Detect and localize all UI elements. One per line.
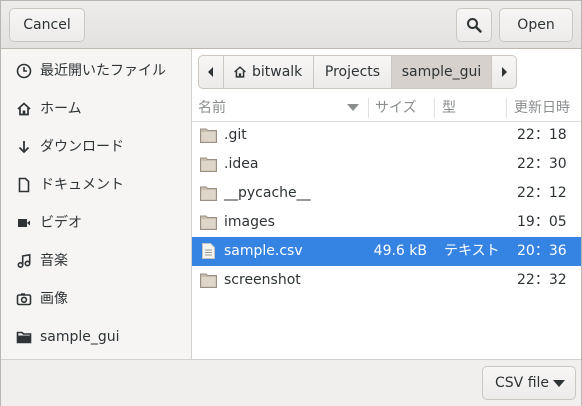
- column-header-modified[interactable]: 更新日時: [514, 95, 570, 121]
- column-header-label: 更新日時: [514, 100, 570, 116]
- file-modified: 22：18: [517, 127, 567, 143]
- file-modified: 20：36: [517, 243, 567, 259]
- search-icon: [467, 18, 482, 33]
- file-row[interactable]: images 19：05: [192, 208, 581, 237]
- music-icon: [17, 253, 31, 269]
- file-row[interactable]: __pycache__ 22：12: [192, 179, 581, 208]
- sidebar-item-label: 最近開いたファイル: [40, 63, 166, 79]
- file-row[interactable]: .idea 22：30: [192, 150, 581, 179]
- sidebar-item-label: ダウンロード: [40, 139, 124, 155]
- column-header-type[interactable]: 型: [442, 95, 456, 121]
- path-scroll-right-button[interactable]: [491, 55, 517, 89]
- download-icon: [18, 141, 30, 154]
- file-modified: 22：30: [517, 156, 567, 172]
- file-name: sample.csv: [224, 243, 303, 259]
- sidebar-item-pictures[interactable]: 画像: [1, 281, 191, 317]
- path-segment-sample-gui[interactable]: sample_gui: [391, 55, 492, 89]
- folder-icon: [200, 273, 217, 288]
- cancel-label: Cancel: [23, 17, 71, 33]
- path-segment-bitwalk[interactable]: bitwalk: [223, 55, 314, 89]
- header-bar: Cancel Open: [1, 1, 581, 49]
- file-row[interactable]: screenshot 22：32: [192, 266, 581, 295]
- sidebar-item-label: sample_gui: [40, 329, 120, 345]
- image-icon: [16, 293, 32, 306]
- file-modified: 22：12: [517, 185, 567, 201]
- folder-icon: [200, 215, 217, 230]
- file-name: __pycache__: [224, 185, 311, 201]
- file-row[interactable]: .git 22：18: [192, 121, 581, 150]
- column-header-name[interactable]: 名前: [198, 95, 366, 121]
- column-header-label: 型: [442, 100, 456, 116]
- sidebar-item-music[interactable]: 音楽: [1, 243, 191, 279]
- file-name: images: [224, 214, 275, 230]
- footer-bar: CSV file: [1, 359, 581, 406]
- column-header-size[interactable]: サイズ: [375, 95, 417, 121]
- chevron-down-icon: [553, 380, 565, 387]
- file-name: .idea: [224, 156, 259, 172]
- sidebar-item-videos[interactable]: ビデオ: [1, 205, 191, 241]
- column-separator: [506, 98, 507, 118]
- home-icon: [234, 66, 246, 78]
- file-type: テキスト: [444, 243, 500, 259]
- sidebar-item-label: 音楽: [40, 253, 68, 269]
- home-icon: [17, 102, 31, 116]
- text-file-icon: [202, 243, 215, 259]
- file-filter-label: CSV file: [495, 375, 550, 391]
- recent-icon: [16, 63, 32, 79]
- file-filter-dropdown[interactable]: CSV file: [482, 366, 576, 400]
- places-sidebar: 最近開いたファイル ホーム ダウンロード ドキュメント ビデオ 音楽 画像 sa…: [1, 49, 192, 359]
- path-segment-label: Projects: [324, 64, 381, 80]
- folder-icon: [16, 331, 32, 344]
- path-segment-label: sample_gui: [401, 64, 482, 80]
- file-modified: 22：32: [517, 272, 567, 288]
- sidebar-item-documents[interactable]: ドキュメント: [1, 167, 191, 203]
- search-button[interactable]: [456, 8, 492, 42]
- sidebar-item-label: ドキュメント: [40, 177, 124, 193]
- path-segment-label: bitwalk: [252, 64, 303, 80]
- sort-descending-icon: [347, 104, 359, 111]
- chevron-right-icon: [502, 67, 507, 77]
- file-row-selected[interactable]: sample.csv 49.6 kB テキスト 20：36: [192, 237, 581, 266]
- column-header-label: 名前: [198, 100, 226, 116]
- open-label: Open: [517, 17, 555, 33]
- path-segment-projects[interactable]: Projects: [313, 55, 392, 89]
- column-header-label: サイズ: [375, 100, 417, 116]
- video-icon: [18, 219, 30, 227]
- file-size: 49.6 kB: [373, 243, 427, 259]
- column-separator: [368, 98, 369, 118]
- sidebar-item-label: ホーム: [40, 101, 82, 117]
- sidebar-item-recent[interactable]: 最近開いたファイル: [1, 53, 191, 89]
- folder-icon: [200, 128, 217, 143]
- file-modified: 19：05: [517, 214, 567, 230]
- column-header-row: 名前 サイズ 型 更新日時: [192, 95, 581, 122]
- folder-icon: [200, 157, 217, 172]
- open-button[interactable]: Open: [499, 8, 573, 42]
- chevron-left-icon: [208, 67, 213, 77]
- document-icon: [18, 177, 30, 193]
- sidebar-item-label: ビデオ: [40, 215, 82, 231]
- folder-icon: [200, 186, 217, 201]
- sidebar-item-label: 画像: [40, 291, 68, 307]
- path-scroll-left-button[interactable]: [198, 55, 224, 89]
- file-name: screenshot: [224, 272, 301, 288]
- sidebar-item-downloads[interactable]: ダウンロード: [1, 129, 191, 165]
- file-chooser-dialog: Cancel Open 最近開いたファイル ホーム ダウンロード ドキュメント …: [0, 0, 582, 406]
- file-name: .git: [224, 127, 247, 143]
- sidebar-item-sample-gui[interactable]: sample_gui: [1, 319, 191, 355]
- cancel-button[interactable]: Cancel: [9, 8, 85, 42]
- sidebar-item-home[interactable]: ホーム: [1, 91, 191, 127]
- column-separator: [434, 98, 435, 118]
